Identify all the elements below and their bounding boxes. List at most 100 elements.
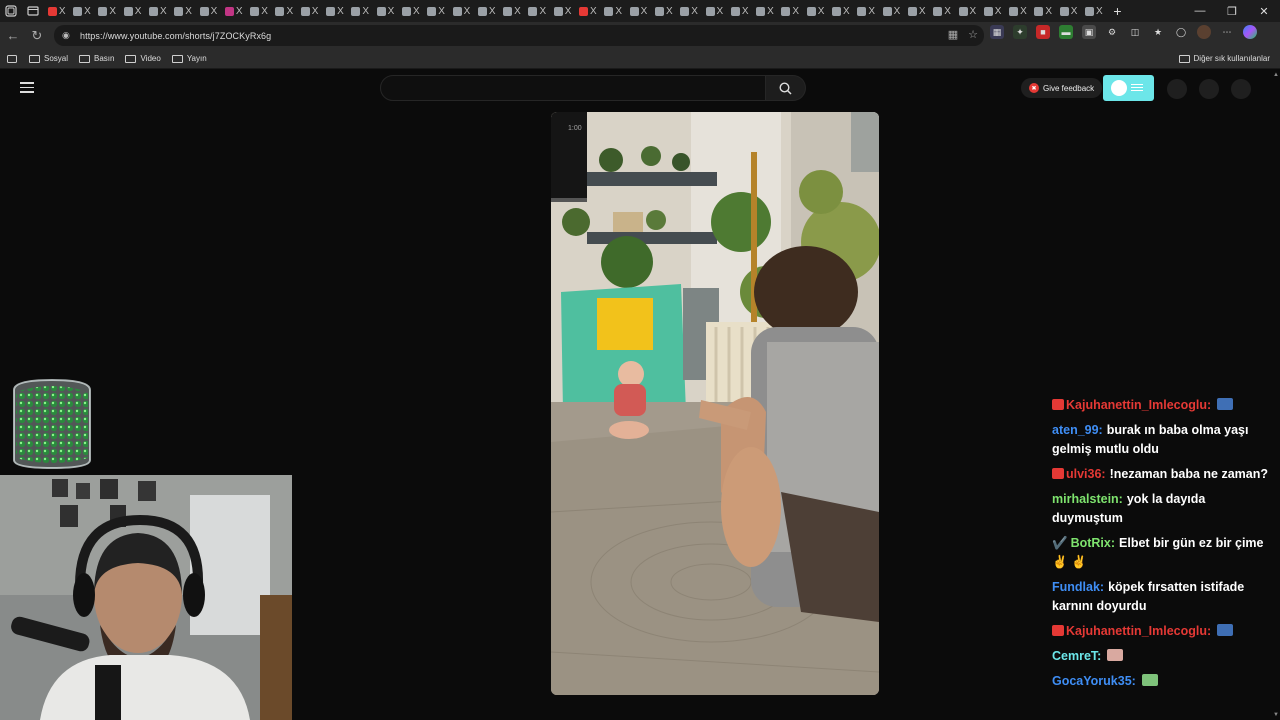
- tab-close-icon[interactable]: X: [565, 6, 572, 17]
- extension-icon[interactable]: ■: [1036, 25, 1050, 39]
- browser-essentials-icon[interactable]: ◯: [1174, 25, 1188, 39]
- tab-close-icon[interactable]: X: [843, 6, 850, 17]
- tab-close-icon[interactable]: X: [160, 6, 167, 17]
- browser-tab[interactable]: X: [499, 0, 524, 22]
- tab-close-icon[interactable]: X: [211, 6, 218, 17]
- browser-tab[interactable]: X: [120, 0, 145, 22]
- browser-tab[interactable]: X: [828, 0, 853, 22]
- browser-tab[interactable]: X: [449, 0, 474, 22]
- create-icon[interactable]: [1167, 79, 1187, 99]
- tab-close-icon[interactable]: X: [362, 6, 369, 17]
- browser-tab[interactable]: X: [95, 0, 120, 22]
- browser-tab[interactable]: X: [221, 0, 246, 22]
- tab-close-icon[interactable]: X: [615, 6, 622, 17]
- tab-close-icon[interactable]: X: [1071, 6, 1078, 17]
- tab-close-icon[interactable]: X: [717, 6, 724, 17]
- maximize-button[interactable]: ❐: [1216, 0, 1248, 22]
- shorts-video-player[interactable]: 1:00: [551, 112, 879, 695]
- tab-close-icon[interactable]: X: [109, 6, 116, 17]
- address-bar[interactable]: ◉ https://www.youtube.com/shorts/j7ZOCKy…: [54, 25, 984, 46]
- favorites-icon[interactable]: ★: [1151, 25, 1165, 39]
- theme-toggle[interactable]: [1103, 75, 1154, 101]
- browser-tab[interactable]: X: [980, 0, 1005, 22]
- browser-tab[interactable]: X: [752, 0, 777, 22]
- tab-close-icon[interactable]: X: [818, 6, 825, 17]
- more-menu-icon[interactable]: ⋯: [1220, 25, 1234, 39]
- app-icon[interactable]: ▦: [948, 28, 958, 41]
- browser-tab[interactable]: X: [1005, 0, 1030, 22]
- extension-icon[interactable]: ✦: [1013, 25, 1027, 39]
- tab-close-icon[interactable]: X: [539, 6, 546, 17]
- bookmark-folder-basin[interactable]: Basın: [79, 54, 114, 63]
- chat-username[interactable]: Fundlak:: [1052, 580, 1104, 594]
- browser-tab[interactable]: X: [879, 0, 904, 22]
- tab-close-icon[interactable]: X: [641, 6, 648, 17]
- tab-close-icon[interactable]: X: [1020, 6, 1027, 17]
- tab-close-icon[interactable]: X: [742, 6, 749, 17]
- profile-avatar[interactable]: [1197, 25, 1211, 39]
- browser-tab[interactable]: X: [676, 0, 701, 22]
- browser-tab[interactable]: X: [803, 0, 828, 22]
- browser-tab[interactable]: X: [69, 0, 94, 22]
- extension-puzzle-icon[interactable]: ⚙: [1105, 25, 1119, 39]
- browser-tab[interactable]: X: [272, 0, 297, 22]
- browser-tab[interactable]: X: [651, 0, 676, 22]
- browser-tab[interactable]: X: [348, 0, 373, 22]
- browser-tab[interactable]: X: [727, 0, 752, 22]
- tab-close-icon[interactable]: X: [489, 6, 496, 17]
- browser-tab[interactable]: X: [854, 0, 879, 22]
- chat-username[interactable]: aten_99:: [1052, 423, 1103, 437]
- extension-icon[interactable]: ▦: [990, 25, 1004, 39]
- give-feedback-button[interactable]: ✖ Give feedback: [1021, 78, 1103, 98]
- browser-tab[interactable]: X: [373, 0, 398, 22]
- browser-tab[interactable]: X: [297, 0, 322, 22]
- copilot-icon[interactable]: [1243, 25, 1257, 39]
- tab-close-icon[interactable]: X: [261, 6, 268, 17]
- tab-close-icon[interactable]: X: [1096, 6, 1103, 17]
- tab-close-icon[interactable]: X: [919, 6, 926, 17]
- browser-tab[interactable]: X: [1081, 0, 1106, 22]
- notifications-icon[interactable]: [1199, 79, 1219, 99]
- bookmark-folder-video[interactable]: Video: [125, 54, 161, 63]
- tab-close-icon[interactable]: X: [691, 6, 698, 17]
- browser-tab[interactable]: X: [322, 0, 347, 22]
- browser-tab[interactable]: X: [525, 0, 550, 22]
- account-avatar[interactable]: [1231, 79, 1251, 99]
- browser-tab[interactable]: X: [955, 0, 980, 22]
- extension-icon[interactable]: ▣: [1082, 25, 1096, 39]
- tab-close-icon[interactable]: X: [970, 6, 977, 17]
- browser-tab[interactable]: X: [904, 0, 929, 22]
- chat-username[interactable]: CemreT:: [1052, 649, 1101, 663]
- browser-tab[interactable]: X: [702, 0, 727, 22]
- tab-close-icon[interactable]: X: [868, 6, 875, 17]
- tab-actions-icon[interactable]: [22, 0, 44, 22]
- browser-tab[interactable]: X: [145, 0, 170, 22]
- reading-list-icon[interactable]: [7, 54, 17, 63]
- tab-close-icon[interactable]: X: [185, 6, 192, 17]
- chat-username[interactable]: Kajuhanettin_Imlecoglu:: [1066, 624, 1211, 638]
- tab-close-icon[interactable]: X: [767, 6, 774, 17]
- tab-close-icon[interactable]: X: [59, 6, 66, 17]
- favorite-star-icon[interactable]: ☆: [968, 28, 978, 41]
- minimize-button[interactable]: —: [1184, 0, 1216, 22]
- tab-close-icon[interactable]: X: [944, 6, 951, 17]
- search-input[interactable]: [380, 75, 766, 101]
- chat-username[interactable]: mirhalstein:: [1052, 492, 1123, 506]
- browser-tab[interactable]: X: [196, 0, 221, 22]
- tab-close-icon[interactable]: X: [413, 6, 420, 17]
- chat-username[interactable]: BotRix:: [1071, 536, 1115, 550]
- browser-tab[interactable]: X: [246, 0, 271, 22]
- tab-close-icon[interactable]: X: [84, 6, 91, 17]
- back-icon[interactable]: ←: [1, 24, 25, 48]
- close-window-button[interactable]: ✕: [1248, 0, 1280, 22]
- tab-close-icon[interactable]: X: [286, 6, 293, 17]
- chat-username[interactable]: Kajuhanettin_Imlecoglu:: [1066, 398, 1211, 412]
- tab-close-icon[interactable]: X: [464, 6, 471, 17]
- extension-icon[interactable]: ▬: [1059, 25, 1073, 39]
- browser-tab[interactable]: X: [601, 0, 626, 22]
- new-tab-button[interactable]: +: [1106, 3, 1128, 19]
- chat-username[interactable]: ulvi36:: [1066, 467, 1106, 481]
- tab-close-icon[interactable]: X: [1045, 6, 1052, 17]
- browser-tab[interactable]: X: [423, 0, 448, 22]
- browser-tab[interactable]: X: [575, 0, 600, 22]
